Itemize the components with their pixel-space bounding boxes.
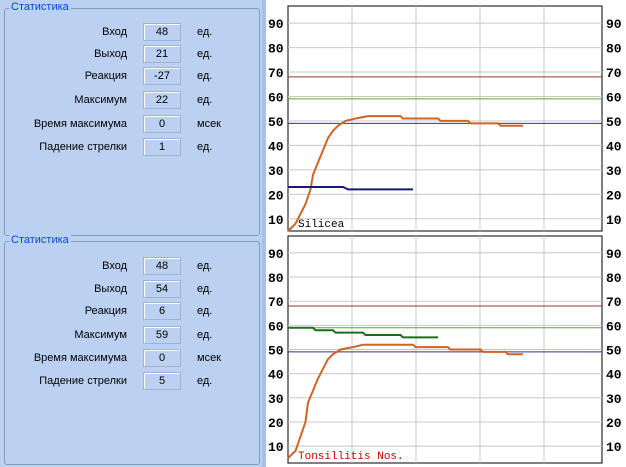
stat-row-max-time: Время максимума 0 мсек	[5, 349, 259, 369]
y-tick-label-left: 50	[268, 344, 284, 359]
y-tick-label-left: 40	[268, 368, 284, 383]
stat-row-maximum: Максимум 22 ед.	[5, 91, 259, 111]
stat-label: Время максимума	[33, 352, 127, 364]
y-tick-label-left: 90	[268, 17, 284, 32]
stat-unit: ед.	[197, 260, 213, 272]
y-tick-label-right: 50	[606, 115, 622, 130]
y-tick-label-left: 20	[268, 188, 284, 203]
stat-unit: мсек	[197, 352, 221, 364]
stat-unit: ед.	[197, 305, 213, 317]
stat-unit: ед.	[197, 26, 213, 38]
stat-row-output: Выход 21 ед.	[5, 45, 259, 65]
y-tick-label-right: 20	[606, 416, 622, 431]
stat-unit: ед.	[197, 283, 213, 295]
stats-group-title: Статистика	[9, 1, 71, 14]
stat-value: 6	[143, 302, 181, 320]
y-tick-label-right: 70	[606, 66, 622, 81]
stat-label: Вход	[102, 26, 127, 38]
stat-unit: ед.	[197, 375, 213, 387]
stat-label: Время максимума	[33, 118, 127, 130]
stat-row-needle-drop: Падение стрелки 1 ед.	[5, 138, 259, 158]
stat-value: 22	[143, 91, 181, 109]
chart-tonsillitis: 10 10 20 20 30 30 40 40 50 50 60 60 70 70 80 80 90 90 Tons…	[268, 235, 622, 464]
stat-value: 54	[143, 280, 181, 298]
stat-row-output: Выход 54 ед.	[5, 280, 259, 300]
y-tick-label-right: 40	[606, 368, 622, 383]
y-tick-label-left: 30	[268, 392, 284, 407]
y-tick-label-left: 50	[268, 115, 284, 130]
stat-value: 48	[143, 257, 181, 275]
stat-label: Максимум	[74, 94, 127, 106]
stats-group-title: Статистика	[9, 234, 71, 247]
y-tick-label-right: 80	[606, 42, 622, 57]
stats-group-top: Статистика Вход 48 ед. Выход 21 ед. Реак…	[4, 1, 260, 236]
stat-row-max-time: Время максимума 0 мсек	[5, 115, 259, 135]
stat-unit: ед.	[197, 94, 213, 106]
y-tick-label-right: 60	[606, 319, 622, 334]
stat-label: Падение стрелки	[39, 141, 127, 153]
chart-silicea: 10 10 20 20 30 30 40 40 50 50 60 60 70 70 80 80 90 90 Sili…	[268, 5, 622, 232]
y-tick-label-left: 60	[268, 90, 284, 105]
stats-group-bottom: Статистика Вход 48 ед. Выход 54 ед. Реак…	[4, 234, 260, 465]
y-tick-label-left: 10	[268, 213, 284, 228]
stat-value: 59	[143, 326, 181, 344]
y-tick-label-left: 10	[268, 440, 284, 455]
y-tick-label-left: 20	[268, 416, 284, 431]
y-tick-label-left: 30	[268, 164, 284, 179]
y-tick-label-right: 90	[606, 247, 622, 262]
y-tick-label-left: 80	[268, 42, 284, 57]
stat-unit: мсек	[197, 118, 221, 130]
stat-value: 5	[143, 372, 181, 390]
y-tick-label-right: 30	[606, 164, 622, 179]
stat-row-needle-drop: Падение стрелки 5 ед.	[5, 372, 259, 392]
stat-value: 1	[143, 138, 181, 156]
stat-value: 48	[143, 23, 181, 41]
chart-caption: Tonsillitis Nos.	[298, 451, 404, 463]
stat-row-maximum: Максимум 59 ед.	[5, 326, 259, 346]
stat-row-reaction: Реакция -27 ед.	[5, 67, 259, 87]
stat-label: Вход	[102, 260, 127, 272]
chart-caption: Silicea	[298, 219, 345, 231]
stat-unit: ед.	[197, 48, 213, 60]
stat-label: Максимум	[74, 329, 127, 341]
y-tick-label-right: 60	[606, 90, 622, 105]
stat-unit: ед.	[197, 141, 213, 153]
stat-label: Выход	[94, 283, 127, 295]
plot-frame	[287, 5, 603, 232]
stat-label: Реакция	[84, 305, 127, 317]
stat-label: Реакция	[84, 70, 127, 82]
stat-row-reaction: Реакция 6 ед.	[5, 302, 259, 322]
y-tick-label-left: 70	[268, 295, 284, 310]
stat-value: 0	[143, 349, 181, 367]
y-tick-label-left: 90	[268, 247, 284, 262]
stat-label: Выход	[94, 48, 127, 60]
stat-value: 21	[143, 45, 181, 63]
stat-row-input: Вход 48 ед.	[5, 257, 259, 277]
stat-value: 0	[143, 115, 181, 133]
y-tick-label-right: 10	[606, 440, 622, 455]
stat-row-input: Вход 48 ед.	[5, 23, 259, 43]
y-tick-label-right: 90	[606, 17, 622, 32]
y-tick-label-right: 30	[606, 392, 622, 407]
y-tick-label-left: 40	[268, 139, 284, 154]
y-tick-label-right: 20	[606, 188, 622, 203]
y-tick-label-left: 60	[268, 319, 284, 334]
stat-unit: ед.	[197, 70, 213, 82]
stat-label: Падение стрелки	[39, 375, 127, 387]
y-tick-label-left: 80	[268, 271, 284, 286]
y-tick-label-left: 70	[268, 66, 284, 81]
y-tick-label-right: 70	[606, 295, 622, 310]
y-tick-label-right: 40	[606, 139, 622, 154]
y-tick-label-right: 80	[606, 271, 622, 286]
stat-value: -27	[143, 67, 181, 85]
y-tick-label-right: 10	[606, 213, 622, 228]
stat-unit: ед.	[197, 329, 213, 341]
y-tick-label-right: 50	[606, 344, 622, 359]
